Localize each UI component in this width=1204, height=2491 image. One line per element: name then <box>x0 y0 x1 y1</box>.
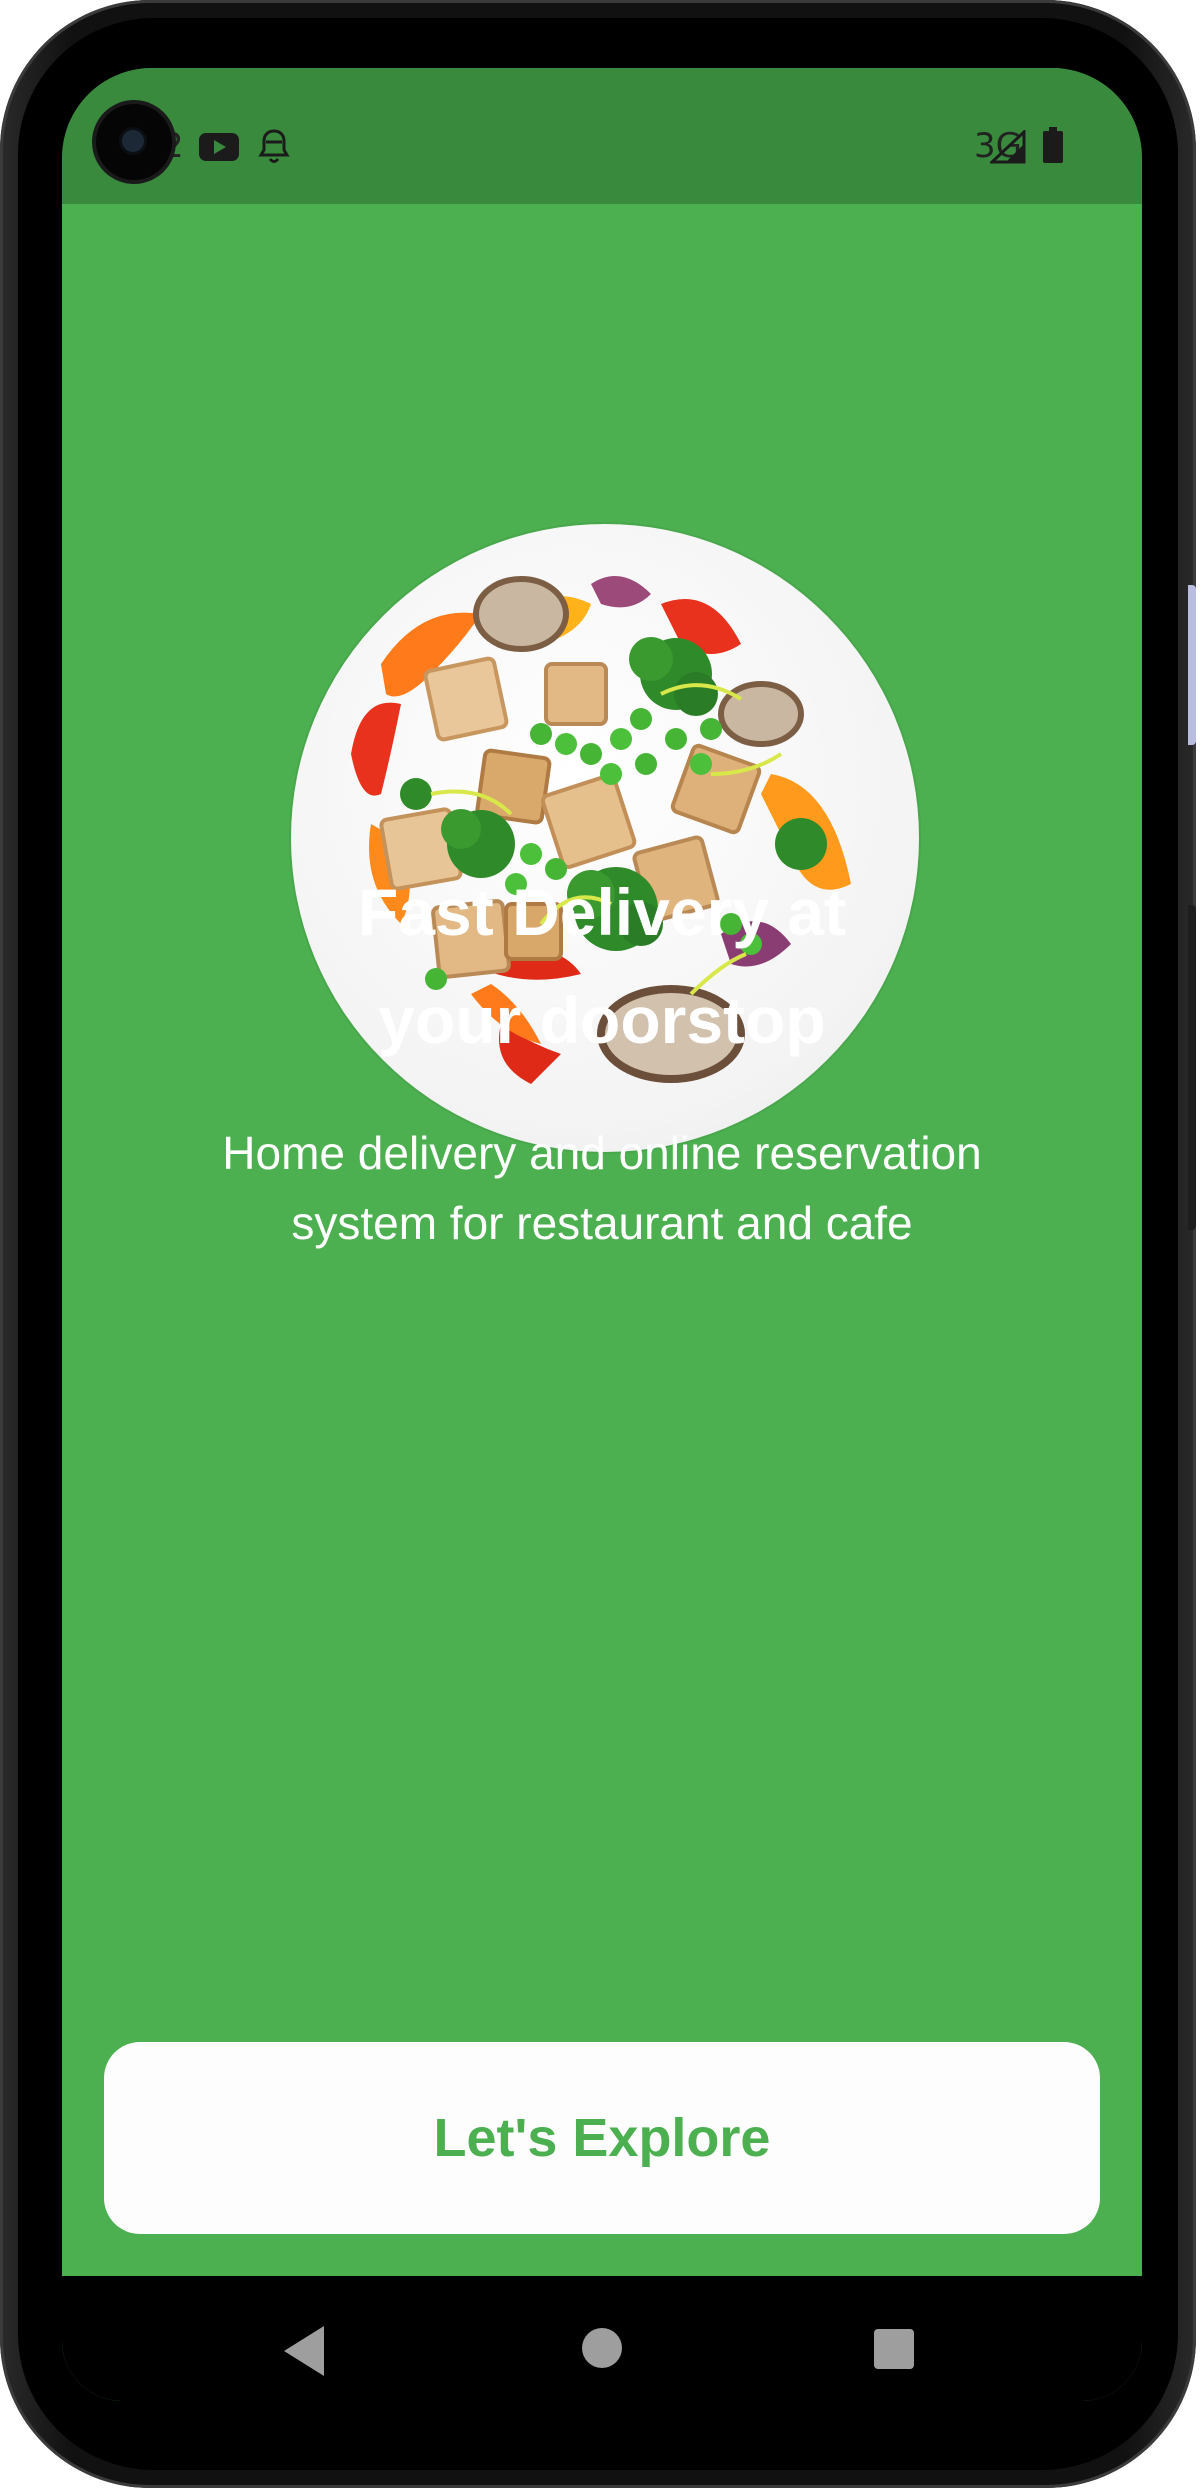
recents-icon[interactable] <box>874 2329 914 2369</box>
home-icon[interactable] <box>582 2328 622 2368</box>
battery-icon <box>1043 127 1063 163</box>
phone-frame: 2 3G Fast Delivery at your doorstop Home… <box>0 0 1196 2488</box>
headline-line-2: your doorstop <box>378 983 826 1057</box>
signal-icon <box>990 130 1026 164</box>
youtube-icon <box>199 133 239 161</box>
headline: Fast Delivery at your doorstop <box>62 858 1142 1074</box>
status-bar: 2 3G <box>62 68 1142 204</box>
back-icon[interactable] <box>284 2326 324 2376</box>
lets-explore-button[interactable]: Let's Explore <box>104 2042 1100 2234</box>
subtitle-line-2: system for restaurant and cafe <box>291 1197 913 1249</box>
system-nav-bar <box>62 2276 1142 2401</box>
front-camera <box>96 104 172 180</box>
headline-line-1: Fast Delivery at <box>358 875 846 949</box>
subtitle: Home delivery and online reservation sys… <box>62 1118 1142 1258</box>
power-button <box>1188 905 1196 1230</box>
subtitle-line-1: Home delivery and online reservation <box>222 1127 982 1179</box>
volume-button <box>1188 585 1196 745</box>
app-screen: 2 3G Fast Delivery at your doorstop Home… <box>62 68 1142 2401</box>
notification-icon <box>258 129 290 163</box>
